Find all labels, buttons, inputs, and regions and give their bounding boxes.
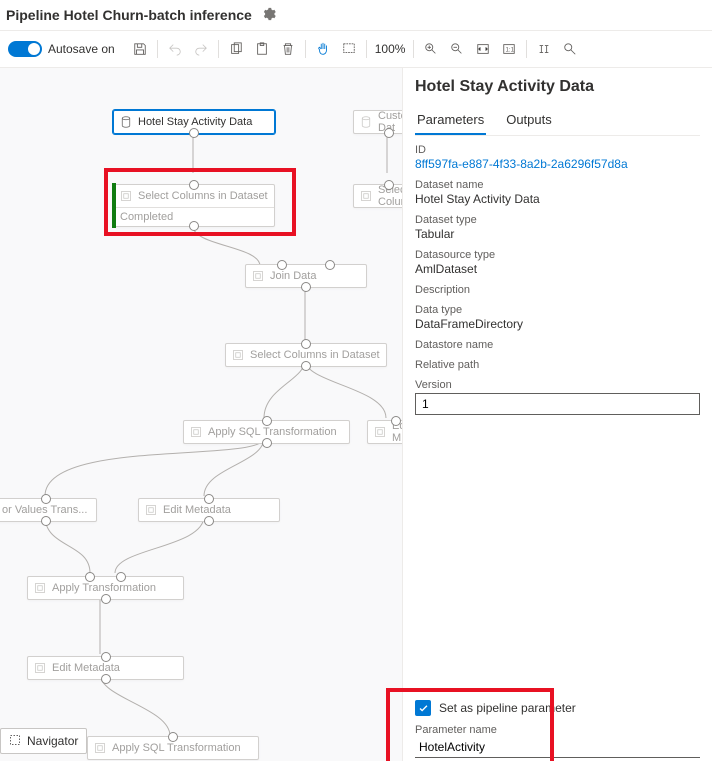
node-title: Apply Transformation [52,582,156,594]
node-title: Hotel Stay Activity Data [138,116,252,128]
pipeline-canvas[interactable]: Hotel Stay Activity Data Customer Dat Se… [0,68,392,761]
autosave-toggle[interactable] [8,41,42,57]
zoom-out-icon[interactable] [447,38,467,60]
node-apply-sql-1[interactable]: Apply SQL Transformation [183,420,350,444]
navigator-button[interactable]: Navigator [0,728,87,754]
autosave-label: Autosave on [48,42,115,56]
settings-icon[interactable] [262,7,276,24]
node-title: or Values Trans... [2,504,87,516]
database-icon [120,116,132,128]
zoom-in-icon[interactable] [421,38,441,60]
module-icon [190,426,202,438]
module-icon [145,504,157,516]
node-edit-metadata-2[interactable]: Edit Metadata [27,656,184,680]
label-datasource-type: Datasource type [415,249,700,261]
node-select-columns-3[interactable]: Select Columns in Dataset [225,343,387,367]
parameters-icon[interactable] [534,38,554,60]
zoom-level: 100% [375,42,406,56]
label-dataset-type: Dataset type [415,214,700,226]
node-select-columns-1[interactable]: Select Columns in Dataset Completed [113,184,275,227]
checkbox-label: Set as pipeline parameter [439,701,576,715]
select-icon[interactable] [339,38,359,60]
delete-icon[interactable] [278,38,298,60]
node-title: Apply SQL Transformation [112,742,241,754]
label-relative-path: Relative path [415,359,700,371]
copy-icon[interactable] [226,38,246,60]
label-parameter-name: Parameter name [415,724,700,736]
module-icon [232,349,244,361]
label-data-type: Data type [415,304,700,316]
tab-parameters[interactable]: Parameters [415,106,486,135]
value-data-type: DataFrameDirectory [415,317,700,331]
panel-tabs: Parameters Outputs [415,106,700,136]
node-title: Select Columns in Dataset [250,349,380,361]
node-title: Edit Metadata [52,662,120,674]
undo-icon [165,38,185,60]
check-icon [415,700,431,716]
panel-title: Hotel Stay Activity Data [415,78,700,96]
label-version: Version [415,379,700,391]
paste-icon[interactable] [252,38,272,60]
node-hotel-stay-activity-data[interactable]: Hotel Stay Activity Data [113,110,275,134]
node-edit-metadata-1[interactable]: Edit Metadata [138,498,280,522]
pan-icon[interactable] [313,38,333,60]
node-title: Select Columns in Dataset [138,190,268,202]
label-description: Description [415,284,700,296]
input-parameter-name[interactable] [415,736,700,758]
checkbox-set-pipeline-parameter[interactable]: Set as pipeline parameter [415,700,700,716]
pipeline-parameter-block: Set as pipeline parameter Parameter name [415,700,700,758]
module-icon [34,582,46,594]
fit-screen-icon[interactable] [473,38,493,60]
value-datasource-type: AmlDataset [415,262,700,276]
database-icon [360,116,372,128]
svg-text:1:1: 1:1 [506,47,515,54]
actual-size-icon[interactable]: 1:1 [499,38,519,60]
label-dataset-name: Dataset name [415,179,700,191]
module-icon [374,426,386,438]
node-title: Join Data [270,270,316,282]
value-dataset-name: Hotel Stay Activity Data [415,192,700,206]
module-icon [120,190,132,202]
module-icon [360,190,372,202]
node-apply-transformation[interactable]: Apply Transformation [27,576,184,600]
module-icon [34,662,46,674]
page-title: Pipeline Hotel Churn-batch inference [6,7,252,23]
save-icon[interactable] [130,38,150,60]
node-clip-values[interactable]: or Values Trans... [0,498,97,522]
navigator-label: Navigator [27,734,78,748]
node-title: Apply SQL Transformation [208,426,337,438]
module-icon [94,742,106,754]
value-dataset-type: Tabular [415,227,700,241]
map-icon [9,734,21,749]
node-join-data[interactable]: Join Data [245,264,367,288]
redo-icon [191,38,211,60]
module-icon [252,270,264,282]
input-version[interactable] [415,393,700,415]
node-apply-sql-2[interactable]: Apply SQL Transformation [87,736,259,760]
label-id: ID [415,144,700,156]
node-title: Edit Metadata [163,504,231,516]
value-id[interactable]: 8ff597fa-e887-4f33-8a2b-2a6296f57d8a [415,157,700,171]
details-panel: Hotel Stay Activity Data Parameters Outp… [402,68,712,761]
toolbar: Autosave on 100% 1:1 [0,30,712,68]
tab-outputs[interactable]: Outputs [504,106,554,135]
search-icon[interactable] [560,38,580,60]
label-datastore-name: Datastore name [415,339,700,351]
